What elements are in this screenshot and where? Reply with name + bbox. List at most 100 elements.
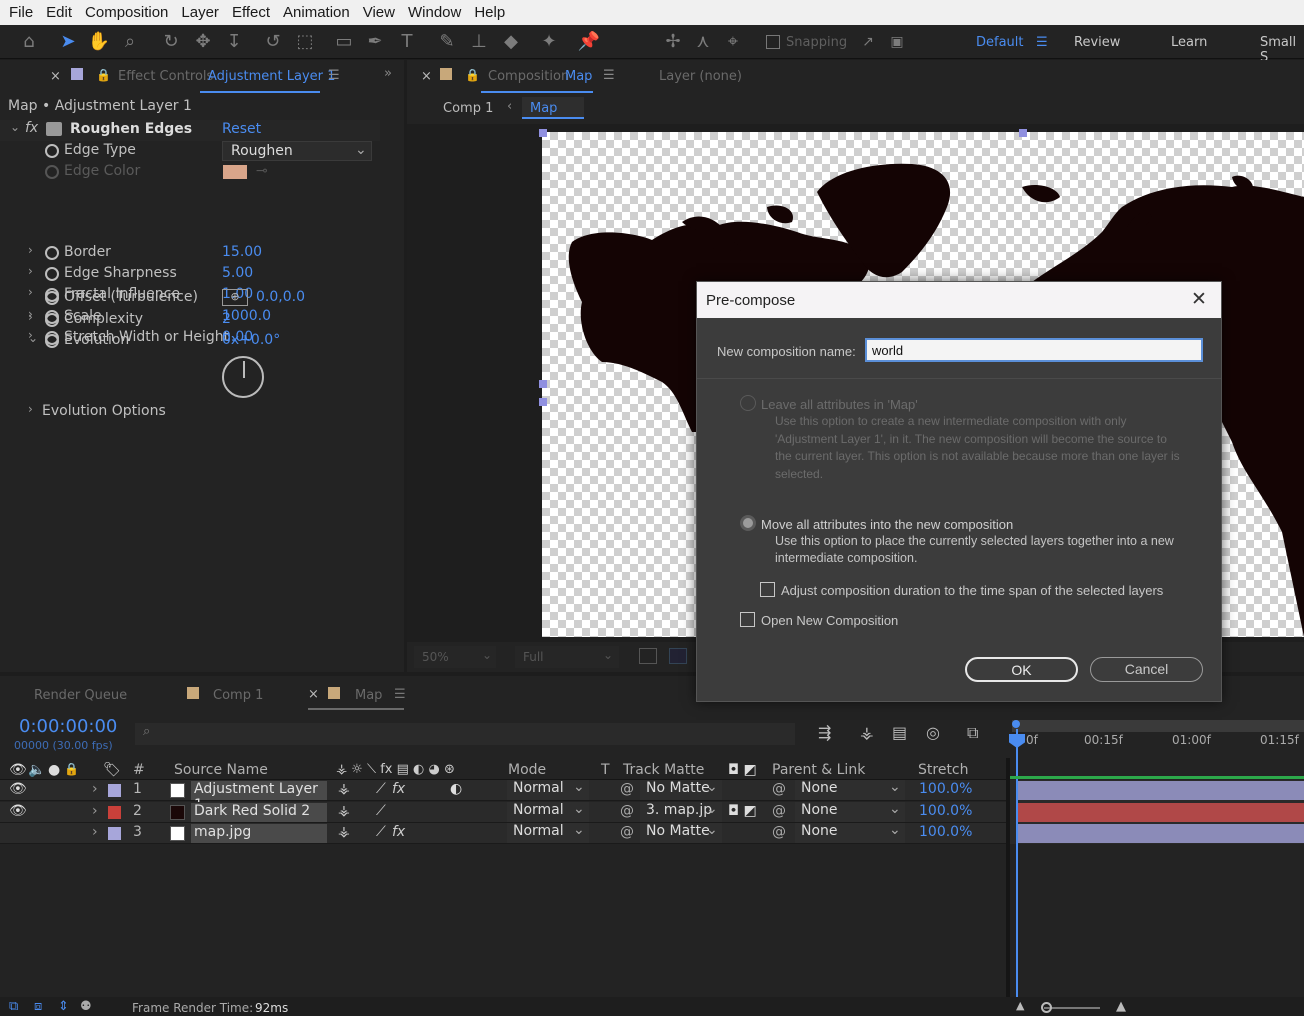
menu-composition[interactable]: Composition [85,4,168,21]
layer-row[interactable]: › 3 map.jpg ⚶ ⟋ fx Normal ⌄ @ No Matte ⌄ @ None ⌄ 100.… [0,822,1008,844]
parent-dropdown[interactable]: None ⌄ [795,779,905,800]
workspace-menu-icon[interactable]: ☰ [1036,35,1048,50]
stretch-value[interactable]: 100.0% [919,781,972,797]
quality-switch-icon[interactable]: ⟋ [376,781,386,797]
menu-effect[interactable]: Effect [232,4,270,21]
rotate-tool-icon[interactable]: ↺ [260,29,286,55]
layer-label-color[interactable] [108,827,121,840]
edge-type-dropdown[interactable]: Roughen ⌄ [222,141,372,161]
lock-icon[interactable]: 🔒 [465,68,480,82]
draft-3d-icon[interactable]: ⚶ [860,723,874,742]
stopwatch-icon[interactable] [45,334,59,348]
roto-brush-icon[interactable]: ✦ [536,29,562,55]
region-of-interest-icon[interactable] [639,648,657,664]
fx-icon[interactable]: fx [392,781,405,797]
adjustment-layer-icon[interactable]: ◐ [450,781,462,797]
brush-tool-icon[interactable]: ✎ [434,29,460,55]
mode-dropdown[interactable]: Normal ⌄ [507,779,589,800]
shy-switch-icon[interactable]: ⚶ [338,781,350,797]
column-source-name[interactable]: Source Name [174,762,268,778]
evolution-value[interactable]: 0x+0.0° [222,332,280,348]
toggle-switches-icon[interactable]: ⧉ [9,999,18,1014]
stopwatch-icon[interactable] [45,246,59,260]
evolution-dial[interactable] [222,356,264,398]
track-matte-dropdown[interactable]: No Matte ⌄ [640,779,722,800]
snap-icon[interactable]: ↗ [855,29,881,55]
speaker-icon[interactable]: 🔈 [28,762,45,778]
graph-editor-icon[interactable]: ⧉ [967,723,978,743]
axis-view-icon[interactable]: ⌖ [720,29,746,55]
map-tab[interactable]: Map [355,688,382,703]
mode-dropdown[interactable]: Normal ⌄ [507,822,589,843]
work-area-start[interactable] [1012,720,1020,728]
transparency-grid-icon[interactable] [669,648,687,664]
type-tool-icon[interactable]: T [394,29,420,55]
comp-flowchart-icon[interactable]: ⇶ [818,723,831,742]
track-matte-dropdown[interactable]: No Matte ⌄ [640,822,722,843]
fx-icon[interactable]: fx [25,120,38,136]
comp-tab-prefix[interactable]: Composition [488,69,569,84]
pane-divider[interactable] [1006,758,1010,998]
breadcrumb-map[interactable]: Map [522,97,584,119]
move-attributes-radio[interactable] [740,515,756,531]
solo-icon[interactable]: ● [48,762,60,778]
prop-value[interactable]: 5.00 [222,265,253,281]
panel-menu-icon[interactable]: ☰ [394,687,406,702]
layer-row[interactable]: 👁 › 1 Adjustment Layer 1 ⚶ ⟋ fx ◐ Normal ⌄ @ No Mat… [0,779,1008,813]
pen-tool-icon[interactable]: ✒ [362,29,388,55]
puppet-pin-icon[interactable]: 📌 [576,29,602,55]
parent-pickwhip-icon[interactable]: @ [772,781,786,797]
chevron-right-icon[interactable]: › [92,803,98,819]
zoom-out-icon[interactable]: ▲ [1016,999,1024,1012]
chevron-right-icon[interactable]: › [28,310,33,324]
zoom-slider-track[interactable] [1044,1007,1100,1009]
shy-switch-icon[interactable]: ⚶ [338,803,350,819]
close-icon[interactable]: × [421,69,432,84]
panel-menu-icon[interactable]: ☰ [603,68,615,83]
parent-pickwhip-icon[interactable]: @ [772,803,786,819]
layer-label-color[interactable] [108,805,121,819]
axis-local-icon[interactable]: ✢ [660,29,686,55]
anchor-tool-icon[interactable]: ⬚ [292,29,318,55]
offset-value[interactable]: 0.0,0.0 [256,289,305,305]
comp-markers-icon[interactable]: ⚉ [80,999,92,1014]
crosshair-icon[interactable]: ⊕ [222,289,248,306]
fx-icon[interactable]: fx [392,824,405,840]
resolution-dropdown[interactable]: Full ⌄ [515,646,619,668]
composition-name-input[interactable] [865,338,1203,362]
matte-pickwhip-icon[interactable]: @ [620,803,634,819]
label-tag-icon[interactable]: 🏷 [103,762,121,778]
current-timecode[interactable]: 0:00:00:00 [19,716,117,737]
lock-icon[interactable]: 🔒 [96,68,111,82]
close-icon[interactable]: ✕ [1191,288,1207,311]
quality-switch-icon[interactable]: ⟋ [376,803,386,819]
layer-name[interactable]: Adjustment Layer 1 [191,781,327,813]
parent-pickwhip-icon[interactable]: @ [772,824,786,840]
close-icon[interactable]: × [308,687,319,702]
expand-panel-icon[interactable]: » [384,66,392,81]
stopwatch-icon[interactable] [45,267,59,282]
shy-switch-icon[interactable]: ⚶ [338,824,350,840]
selection-tool-icon[interactable]: ➤ [55,29,81,55]
motion-blur-icon[interactable]: ◎ [926,723,940,742]
layer-label-color[interactable] [108,784,121,797]
mode-dropdown[interactable]: Normal ⌄ [507,801,589,822]
layer-name[interactable]: map.jpg [191,824,327,843]
zoom-slider-thumb[interactable] [1041,1002,1052,1013]
stretch-value[interactable]: 100.0% [919,803,972,819]
complexity-value[interactable]: 2 [222,311,231,327]
dolly-tool-icon[interactable]: ↧ [221,29,247,55]
breadcrumb-comp1[interactable]: Comp 1 [443,101,493,116]
panel-menu-icon[interactable]: ☰ [328,68,340,83]
stretch-value[interactable]: 100.0% [919,824,972,840]
zoom-dropdown[interactable]: 50% ⌄ [414,646,496,668]
lock-icon[interactable]: 🔒 [64,762,79,776]
zoom-in-icon[interactable]: ▲ [1116,999,1126,1014]
comp1-tab[interactable]: Comp 1 [213,688,263,703]
layer-duration-bar[interactable] [1018,824,1304,843]
layer-handle[interactable] [539,380,547,388]
eye-icon[interactable]: 👁 [9,781,27,797]
chevron-right-icon[interactable]: › [92,824,98,840]
menu-view[interactable]: View [363,4,395,21]
parent-dropdown[interactable]: None ⌄ [795,822,905,843]
